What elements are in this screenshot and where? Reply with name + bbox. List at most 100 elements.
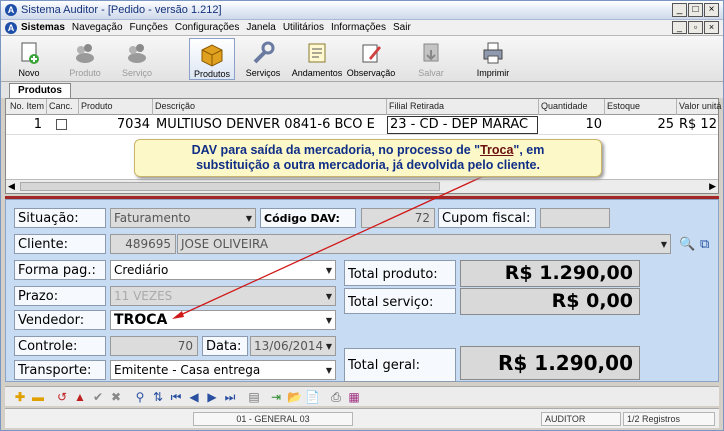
produto-button[interactable]: Produto [61, 38, 109, 80]
col-descricao[interactable]: Descrição [155, 101, 195, 111]
close-button[interactable]: × [704, 3, 719, 17]
folder-icon[interactable]: 📂 [287, 390, 302, 404]
vendedor-select[interactable]: TROCA ▼ [110, 310, 336, 330]
main-toolbar: Novo Produto Serviço Produtos Serviços A… [1, 36, 723, 82]
child-restore-button[interactable]: ▫ [688, 21, 703, 34]
col-canc[interactable]: Canc. [49, 101, 73, 111]
observacao-button[interactable]: Observação [345, 38, 397, 80]
produtos-button[interactable]: Produtos [189, 38, 235, 80]
codigo-dav-field[interactable]: 72 [361, 208, 435, 228]
annotation-callout: DAV para saída da mercadoria, no process… [134, 139, 602, 177]
add-icon[interactable]: ✚ [13, 390, 27, 404]
cancel-checkbox[interactable] [56, 119, 67, 130]
col-estoque[interactable]: Estoque [607, 101, 640, 111]
situacao-select[interactable]: Faturamento ▼ [110, 208, 256, 228]
col-valor-unitario[interactable]: Valor unitá [679, 101, 721, 111]
servico-button[interactable]: Serviço [113, 38, 161, 80]
up-triangle-icon[interactable]: ▲ [73, 390, 87, 404]
servicos-button[interactable]: Serviços [241, 38, 285, 80]
menu-janela[interactable]: Janela [246, 22, 275, 33]
total-produto-value: R$ 1.290,00 [460, 260, 640, 287]
cell-quantidade: 10 [585, 117, 602, 132]
controle-field[interactable]: 70 [110, 336, 198, 356]
calendar-icon[interactable]: ▦ [347, 390, 361, 404]
imprimir-button[interactable]: Imprimir [471, 38, 515, 80]
menu-sair[interactable]: Sair [393, 22, 411, 33]
table-row[interactable]: 1 7034 MULTIUSO DENVER 0841-6 BCO E 23 -… [6, 115, 718, 135]
box-icon [201, 44, 223, 67]
wrench-icon [253, 41, 275, 64]
forma-pag-label: Forma pag.: [14, 260, 106, 280]
cliente-code-field[interactable]: 489695 [110, 234, 176, 254]
menu-informacoes[interactable]: Informações [331, 22, 386, 33]
novo-button[interactable]: Novo [9, 38, 49, 80]
next-record-icon[interactable]: ▶ [205, 390, 219, 404]
forma-pag-select[interactable]: Crediário ▼ [110, 260, 336, 280]
chevron-down-icon: ▼ [325, 266, 332, 275]
service-icon [128, 44, 146, 63]
transporte-select[interactable]: Emitente - Casa entrega ▼ [110, 360, 336, 380]
app-logo-icon: A [5, 4, 17, 16]
cupom-fiscal-label: Cupom fiscal: [438, 208, 536, 228]
first-record-icon[interactable]: ⏮ [169, 390, 183, 404]
sort-icon[interactable]: ⇅ [151, 390, 165, 404]
window-icon[interactable]: ⧉ [700, 236, 709, 252]
menu-navegacao[interactable]: Navegação [72, 22, 123, 33]
cell-valor: R$ 12 [679, 117, 717, 132]
undo-icon[interactable]: ↺ [55, 390, 69, 404]
menu-configuracoes[interactable]: Configurações [175, 22, 239, 33]
scroll-thumb[interactable] [20, 182, 440, 191]
last-record-icon[interactable]: ⏭ [223, 390, 237, 404]
search-icon[interactable]: 🔍 [679, 236, 695, 252]
new-document-icon [21, 42, 39, 64]
prev-record-icon[interactable]: ◀ [187, 390, 201, 404]
total-servico-value: R$ 0,00 [460, 288, 640, 315]
print-icon[interactable]: ⎙ [329, 390, 343, 404]
save-icon [423, 43, 439, 62]
scroll-right-icon[interactable]: ▶ [709, 181, 716, 192]
cupom-fiscal-field[interactable] [540, 208, 610, 228]
remove-icon[interactable]: ▬ [31, 390, 45, 404]
menu-bar: A Sistemas Navegação Funções Configuraçõ… [1, 20, 723, 36]
child-minimize-button[interactable]: _ [672, 21, 687, 34]
menu-funcoes[interactable]: Funções [130, 22, 168, 33]
list-icon[interactable]: ▤ [247, 390, 261, 404]
chevron-down-icon: ▼ [325, 316, 332, 325]
filter-icon[interactable]: ⚲ [133, 390, 147, 404]
menu-utilitarios[interactable]: Utilitários [283, 22, 324, 33]
salvar-button[interactable]: Salvar [409, 38, 453, 80]
app-menu-icon[interactable]: A [5, 22, 17, 34]
data-label: Data: [202, 336, 248, 356]
application-window: A Sistema Auditor - [Pedido - versão 1.2… [0, 0, 724, 431]
prazo-select[interactable]: 11 VEZES ▼ [110, 286, 336, 306]
check-icon[interactable]: ✔ [91, 390, 105, 404]
child-close-button[interactable]: × [704, 21, 719, 34]
maximize-button[interactable]: □ [688, 3, 703, 17]
data-field[interactable]: 13/06/2014 ▼ [250, 336, 336, 356]
andamentos-button[interactable]: Andamentos [291, 38, 343, 80]
vendedor-label: Vendedor: [14, 310, 106, 330]
scroll-left-icon[interactable]: ◀ [8, 181, 15, 192]
cliente-name-select[interactable]: JOSE OLIVEIRA ▼ [177, 234, 671, 254]
order-form: Situação: Faturamento ▼ Código DAV: 72 Cu… [5, 199, 719, 382]
col-no-item[interactable]: No. Item [10, 101, 44, 111]
situacao-label: Situação: [14, 208, 106, 228]
tab-produtos[interactable]: Produtos [9, 83, 71, 98]
minimize-button[interactable]: _ [672, 3, 687, 17]
cancel-icon[interactable]: ✖ [109, 390, 123, 404]
col-filial-retirada[interactable]: Filial Retirada [389, 101, 444, 111]
cell-filial[interactable]: 23 - CD - DEP MARAC [387, 116, 538, 134]
cell-estoque: 25 [657, 117, 674, 132]
chevron-down-icon: ▼ [660, 240, 667, 249]
col-produto[interactable]: Produto [81, 101, 113, 111]
report-icon[interactable]: 📄 [305, 390, 320, 404]
chevron-down-icon: ▼ [245, 214, 252, 223]
export-icon[interactable]: ⇥ [269, 390, 283, 404]
total-geral-label: Total geral: [344, 348, 456, 382]
menu-sistemas[interactable]: Sistemas [21, 22, 65, 33]
horizontal-scrollbar[interactable]: ◀ ▶ [6, 179, 718, 193]
chevron-down-icon: ▼ [325, 366, 332, 375]
grid-header: No. Item Canc. Produto Descrição Filial … [6, 99, 721, 115]
col-quantidade[interactable]: Quantidade [541, 101, 588, 111]
chevron-down-icon: ▼ [325, 292, 332, 301]
